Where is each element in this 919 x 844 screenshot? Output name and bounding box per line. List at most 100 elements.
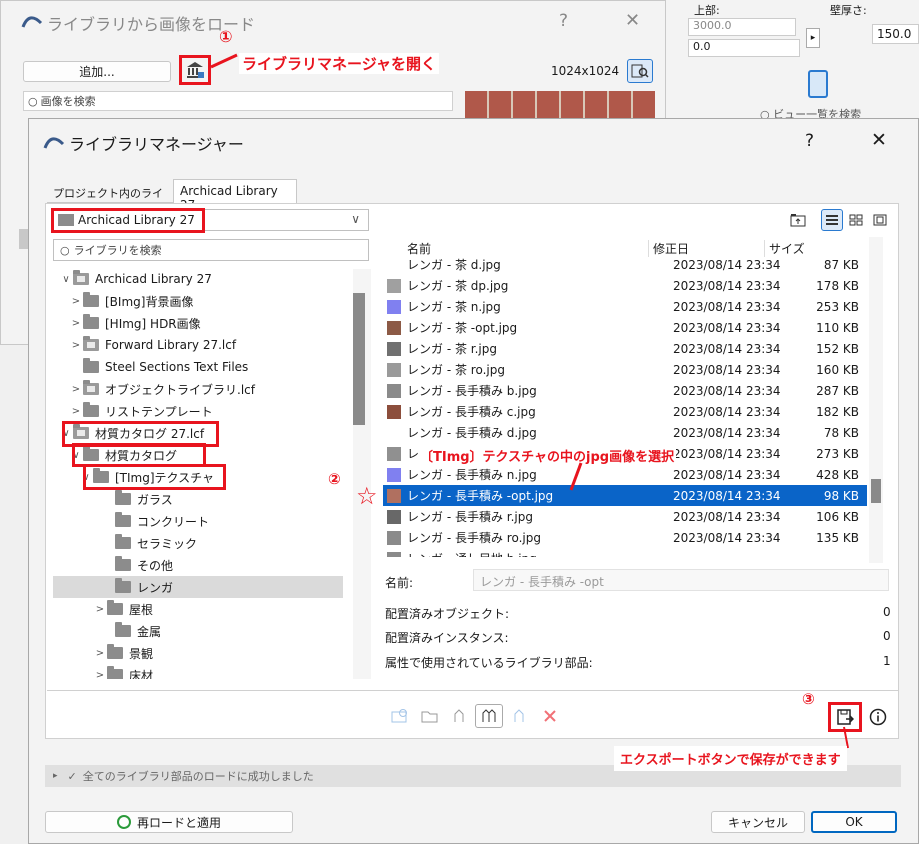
add-folder-icon[interactable] <box>387 704 413 728</box>
tree-item[interactable]: > [BImg]背景画像 <box>53 290 343 312</box>
detail-name-field: レンガ - 長手積み -opt <box>473 569 889 591</box>
chevron-right-icon[interactable]: > <box>93 670 107 680</box>
tree-item[interactable]: > Forward Library 27.lcf <box>53 334 343 356</box>
chevron-right-icon[interactable]: > <box>69 296 83 307</box>
tree-item[interactable]: > 屋根 <box>53 598 343 620</box>
add-link-icon[interactable] <box>507 704 533 728</box>
tree-item[interactable]: > 床材 <box>53 664 343 679</box>
column-size[interactable]: サイズ <box>765 240 805 257</box>
annotation-3-text: エクスポートボタンで保存ができます <box>614 746 847 771</box>
tree-item[interactable]: その他 <box>53 554 343 576</box>
tab-archicad-library[interactable]: Archicad Library 27 <box>173 179 297 212</box>
attr-parts-value: 1 <box>883 654 891 668</box>
file-row[interactable]: レンガ - 長手積み ro.jpg 2023/08/14 23:34 135 KB <box>383 527 867 548</box>
load-close-button[interactable]: ✕ <box>625 10 640 31</box>
folder-icon <box>83 314 99 329</box>
file-size: 287 KB <box>816 383 859 398</box>
file-name: レンガ - 長手積み r.jpg <box>407 510 533 524</box>
file-date: 2023/08/14 23:34 <box>673 383 781 398</box>
tree-item[interactable]: コンクリート <box>53 510 343 532</box>
tree-item[interactable]: Steel Sections Text Files <box>53 356 343 378</box>
chevron-right-icon[interactable]: > <box>69 340 83 351</box>
file-list: レンガ - 茶 d.jpg 2023/08/14 23:34 87 KB レンガ - … <box>383 257 867 557</box>
file-row[interactable]: レンガ - 通し目地 b.jpg <box>383 548 867 557</box>
top-value-field[interactable]: 3000.0 <box>688 18 796 36</box>
add-object-icon[interactable] <box>447 704 473 728</box>
info-icon[interactable] <box>865 704 891 730</box>
reload-apply-button[interactable]: 再ロードと適用 <box>45 811 293 833</box>
chevron-down-icon[interactable]: ∨ <box>59 274 73 285</box>
library-search-input[interactable]: ○ ライブラリを検索 <box>53 239 369 261</box>
tree-item-label: セラミック <box>137 536 198 551</box>
grid-view-icon[interactable] <box>845 209 867 231</box>
file-row[interactable]: レンガ - 長手積み r.jpg 2023/08/14 23:34 106 KB <box>383 506 867 527</box>
chevron-right-icon[interactable]: > <box>93 648 107 659</box>
offset-value-field[interactable]: 0.0 <box>688 39 800 57</box>
ok-button[interactable]: OK <box>811 811 897 833</box>
tree-item[interactable]: レンガ <box>53 576 343 598</box>
add-button[interactable]: 追加... <box>23 61 171 82</box>
open-folder-icon[interactable] <box>417 704 443 728</box>
file-date: 2023/08/14 23:34 <box>673 509 781 524</box>
wall-thickness-field[interactable]: 150.0 <box>872 24 919 44</box>
manager-help-button[interactable]: ? <box>805 131 814 151</box>
file-row[interactable]: レンガ - 茶 d.jpg 2023/08/14 23:34 87 KB <box>383 257 867 275</box>
tree-item[interactable]: > オブジェクトライブラリ.lcf <box>53 378 343 400</box>
tab-project-libraries[interactable]: プロジェクト内のライブラリ <box>47 183 173 216</box>
column-name[interactable]: 名前 <box>383 239 649 257</box>
preview-zoom-icon[interactable] <box>627 59 653 83</box>
bim-objects-icon[interactable] <box>475 704 503 728</box>
tree-item-label: ガラス <box>137 492 173 507</box>
tree-item[interactable]: > [HImg] HDR画像 <box>53 312 343 334</box>
folder-up-icon[interactable] <box>787 209 809 231</box>
chevron-right-icon[interactable]: > <box>69 318 83 329</box>
file-list-header: 名前 修正日 サイズ <box>383 237 867 259</box>
tree-item-label: 屋根 <box>129 602 154 617</box>
chevron-right-icon[interactable]: > <box>69 384 83 395</box>
manager-close-button[interactable]: ✕ <box>871 129 887 151</box>
tree-item-label: レンガ <box>137 580 174 595</box>
wall-thickness-label: 壁厚さ: <box>830 4 867 17</box>
view-tool-icon[interactable] <box>808 70 828 98</box>
image-search-input[interactable]: ○ 画像を検索 <box>23 91 453 111</box>
chevron-right-icon[interactable]: > <box>69 406 83 417</box>
file-row[interactable]: レンガ - 長手積み -opt.jpg 2023/08/14 23:34 98 KB <box>383 485 867 506</box>
image-thumbnail-icon <box>387 341 401 356</box>
file-row[interactable]: レンガ - 茶 dp.jpg 2023/08/14 23:34 178 KB <box>383 275 867 296</box>
tree-item[interactable]: ガラス <box>53 488 343 510</box>
tree-item[interactable]: ∨ Archicad Library 27 <box>53 269 343 290</box>
list-view-icon[interactable] <box>821 209 843 231</box>
tree-item[interactable]: > 景観 <box>53 642 343 664</box>
file-row[interactable]: レンガ - 茶 r.jpg 2023/08/14 23:34 152 KB <box>383 338 867 359</box>
file-row[interactable]: レンガ - 長手積み d.jpg 2023/08/14 23:34 78 KB <box>383 422 867 443</box>
image-thumbnail-icon <box>387 425 401 440</box>
cancel-button[interactable]: キャンセル <box>711 811 805 833</box>
file-row[interactable]: レンガ - 長手積み n.jpg 2023/08/14 23:34 428 KB <box>383 464 867 485</box>
arrow-button-icon[interactable]: ▸ <box>806 28 820 48</box>
tree-item[interactable]: セラミック <box>53 532 343 554</box>
file-name: レンガ - 茶 -opt.jpg <box>407 321 518 335</box>
file-row[interactable]: レンガ - 茶 ro.jpg 2023/08/14 23:34 160 KB <box>383 359 867 380</box>
load-help-button[interactable]: ? <box>559 11 568 31</box>
toolbar-divider <box>47 690 899 691</box>
tree-scroll-thumb[interactable] <box>353 293 365 425</box>
tree-scrollbar[interactable] <box>353 269 371 679</box>
file-row[interactable]: レンガ - 長手積み b.jpg 2023/08/14 23:34 287 KB <box>383 380 867 401</box>
attr-parts-label: 属性で使用されているライブラリ部品: <box>385 656 593 670</box>
tree-item[interactable]: 金属 <box>53 620 343 642</box>
column-modified[interactable]: 修正日 <box>649 239 765 257</box>
file-list-scrollbar[interactable] <box>869 237 883 563</box>
file-row[interactable]: レンガ - 茶 -opt.jpg 2023/08/14 23:34 110 KB <box>383 317 867 338</box>
chevron-right-icon[interactable]: > <box>93 604 107 615</box>
file-name: レンガ - 茶 n.jpg <box>407 300 501 314</box>
file-row[interactable]: レンガ - 茶 n.jpg 2023/08/14 23:34 253 KB <box>383 296 867 317</box>
tree-item[interactable]: > リストテンプレート <box>53 400 343 422</box>
library-manager-dialog: ライブラリマネージャー ? ✕ プロジェクト内のライブラリ Archicad L… <box>28 118 919 844</box>
image-thumbnail-icon <box>387 278 401 293</box>
remove-icon[interactable] <box>537 704 563 728</box>
image-resolution: 1024x1024 <box>551 64 620 78</box>
file-row[interactable]: レンガ - 長手積み c.jpg 2023/08/14 23:34 182 KB <box>383 401 867 422</box>
image-thumbnail-icon <box>387 467 401 482</box>
preview-view-icon[interactable] <box>869 209 891 231</box>
file-scroll-thumb[interactable] <box>871 479 881 503</box>
